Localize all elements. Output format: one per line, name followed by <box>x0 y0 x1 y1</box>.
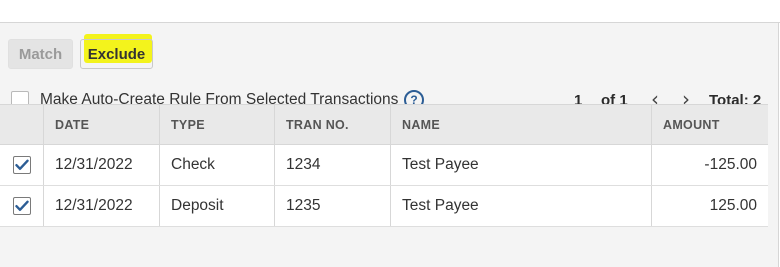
match-button-label: Match <box>18 45 63 63</box>
column-header-tran-no[interactable]: TRAN NO. <box>274 105 390 144</box>
row-select-cell <box>0 145 43 185</box>
cell-amount: -125.00 <box>651 145 768 185</box>
column-header-type[interactable]: TYPE <box>159 105 274 144</box>
column-header-name[interactable]: NAME <box>390 105 651 144</box>
header-select-cell <box>0 105 43 144</box>
cell-tran-no: 1235 <box>274 186 390 226</box>
cell-date: 12/31/2022 <box>43 145 159 185</box>
row-checkbox[interactable] <box>12 156 31 174</box>
row-checkbox[interactable] <box>12 197 31 215</box>
table-row[interactable]: 12/31/2022 Check 1234 Test Payee -125.00 <box>0 145 768 186</box>
checkmark-icon <box>14 200 29 211</box>
table-row[interactable]: 12/31/2022 Deposit 1235 Test Payee 125.0… <box>0 186 768 227</box>
exclude-button-label: Exclude <box>87 45 146 63</box>
checkmark-icon <box>14 159 29 170</box>
column-header-date[interactable]: DATE <box>43 105 159 144</box>
row-select-cell <box>0 186 43 226</box>
cell-type: Check <box>159 145 274 185</box>
top-bar <box>0 0 780 23</box>
cell-tran-no: 1234 <box>274 145 390 185</box>
cell-date: 12/31/2022 <box>43 186 159 226</box>
cell-amount: 125.00 <box>651 186 768 226</box>
column-header-amount[interactable]: AMOUNT <box>651 105 768 144</box>
table-header-row: DATE TYPE TRAN NO. NAME AMOUNT <box>0 104 768 145</box>
match-button[interactable]: Match <box>8 39 73 69</box>
exclude-button[interactable]: Exclude <box>80 39 153 69</box>
cell-name: Test Payee <box>390 186 651 226</box>
cell-name: Test Payee <box>390 145 651 185</box>
cell-type: Deposit <box>159 186 274 226</box>
